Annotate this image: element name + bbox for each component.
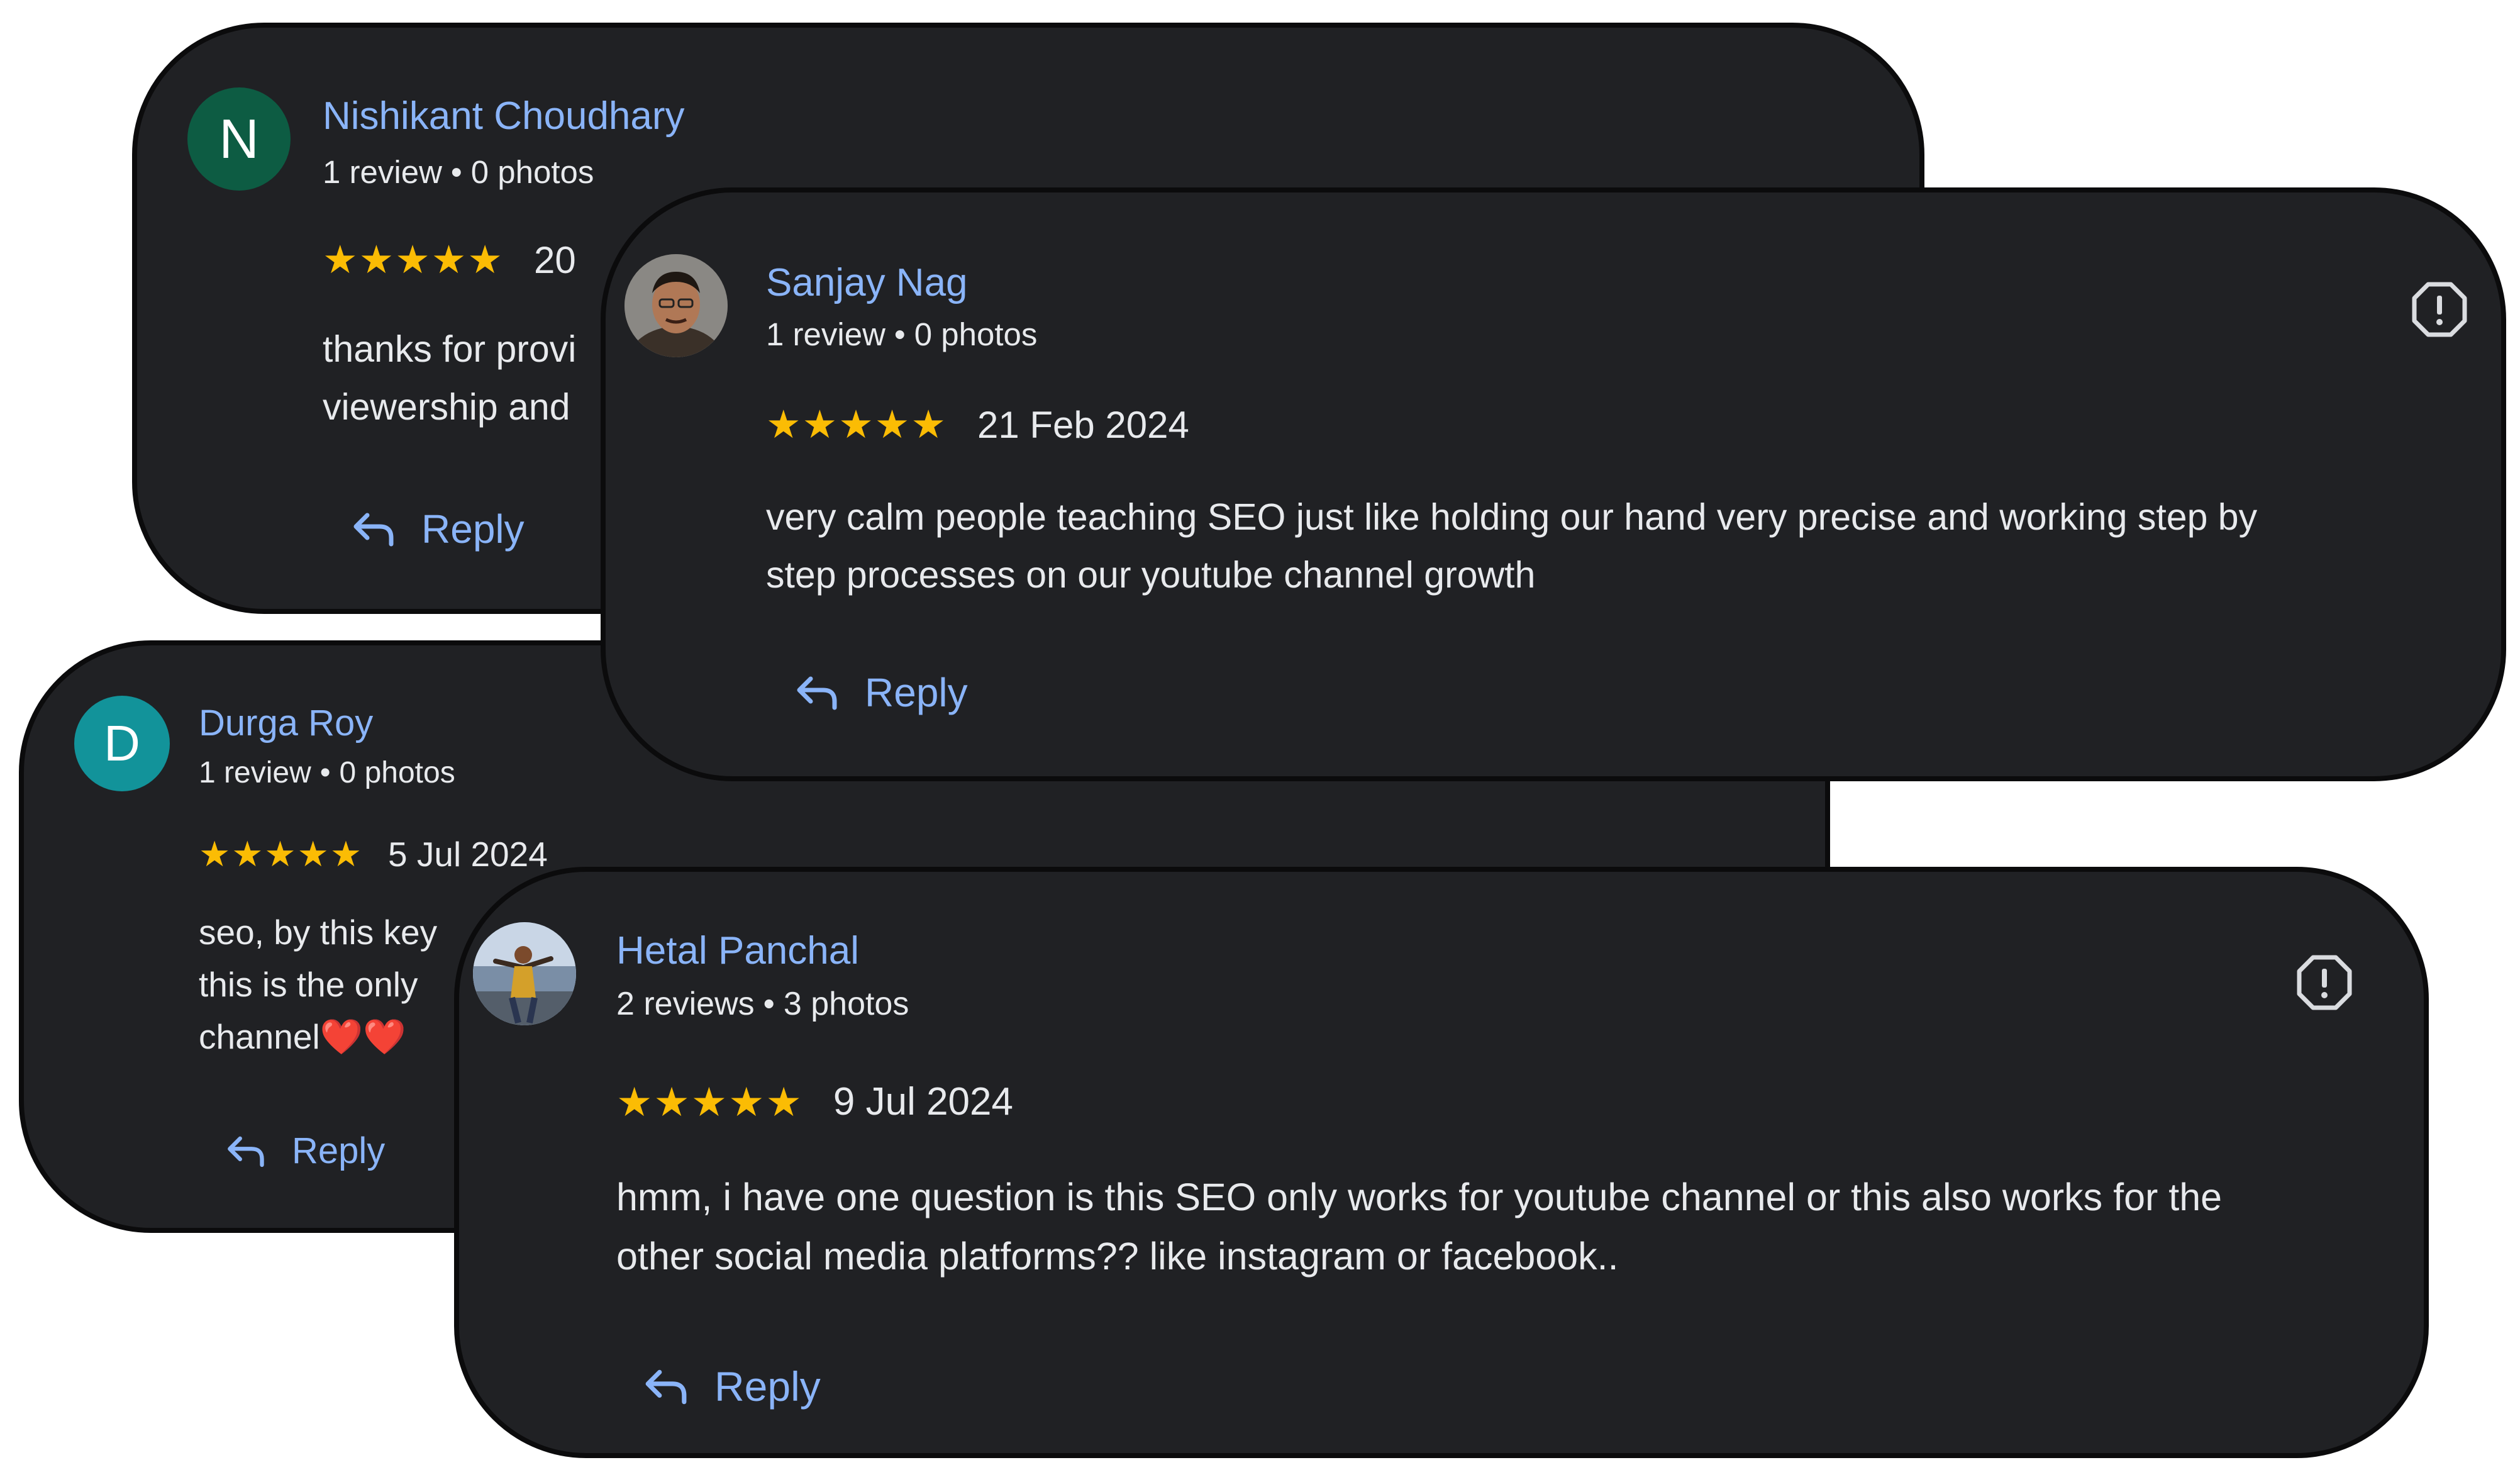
separator-dot: • bbox=[319, 756, 331, 789]
report-flag-icon[interactable] bbox=[2295, 954, 2353, 1011]
photo-count: 0 photos bbox=[914, 316, 1038, 352]
star-icon: ★ bbox=[838, 403, 874, 447]
review-date: 5 Jul 2024 bbox=[388, 835, 548, 874]
reply-button[interactable]: Reply bbox=[225, 1130, 385, 1172]
photo-count: 0 photos bbox=[339, 756, 455, 789]
reviewer-stats: 1 review • 0 photos bbox=[199, 755, 455, 790]
separator-dot: • bbox=[894, 316, 906, 352]
reviewer-name[interactable]: Hetal Panchal bbox=[616, 928, 859, 973]
review-date: 20 bbox=[533, 239, 576, 281]
star-icon: ★ bbox=[802, 403, 838, 447]
review-text: very calm people teaching SEO just like … bbox=[766, 488, 2477, 604]
star-icon: ★ bbox=[330, 834, 362, 874]
review-count: 1 review bbox=[766, 316, 885, 352]
star-icon: ★ bbox=[358, 238, 394, 282]
star-rating: ★ ★ ★ ★ ★ 9 Jul 2024 bbox=[616, 1079, 1013, 1124]
reply-button[interactable]: Reply bbox=[351, 506, 525, 552]
reply-label: Reply bbox=[865, 670, 968, 715]
profile-photo-icon bbox=[473, 922, 576, 1025]
star-icon: ★ bbox=[911, 403, 946, 447]
reviewer-name[interactable]: Sanjay Nag bbox=[766, 260, 968, 305]
star-icon: ★ bbox=[765, 1079, 802, 1125]
reply-button[interactable]: Reply bbox=[794, 669, 968, 716]
reviewer-stats: 1 review • 0 photos bbox=[766, 316, 1037, 353]
reply-label: Reply bbox=[292, 1130, 386, 1171]
reviewer-name[interactable]: Durga Roy bbox=[199, 702, 373, 744]
reviewer-stats: 1 review • 0 photos bbox=[323, 153, 594, 191]
reviewer-stats: 2 reviews • 3 photos bbox=[616, 985, 909, 1023]
review-count: 2 reviews bbox=[616, 986, 755, 1022]
reply-label: Reply bbox=[421, 506, 525, 552]
reply-label: Reply bbox=[714, 1363, 821, 1410]
review-card-hetal: Hetal Panchal 2 reviews • 3 photos ★ ★ ★ ★… bbox=[454, 867, 2429, 1458]
photo-count: 0 photos bbox=[470, 154, 594, 190]
avatar[interactable]: N bbox=[187, 87, 291, 191]
star-icon: ★ bbox=[431, 238, 467, 282]
star-icon: ★ bbox=[323, 238, 358, 282]
report-flag-icon[interactable] bbox=[2411, 281, 2468, 338]
review-text-line: step processes on our youtube channel gr… bbox=[766, 554, 1536, 596]
reviews-collage: N Nishikant Choudhary 1 review • 0 photos … bbox=[0, 0, 2520, 1482]
star-rating: ★ ★ ★ ★ ★ 5 Jul 2024 bbox=[199, 834, 548, 874]
review-text: hmm, i have one question is this SEO onl… bbox=[616, 1167, 2415, 1286]
star-icon: ★ bbox=[264, 834, 296, 874]
review-date: 9 Jul 2024 bbox=[833, 1080, 1013, 1123]
star-rating: ★ ★ ★ ★ ★ 20 bbox=[323, 238, 576, 282]
star-icon: ★ bbox=[653, 1079, 690, 1125]
reply-button[interactable]: Reply bbox=[643, 1362, 821, 1410]
reply-arrow-icon bbox=[228, 1136, 264, 1167]
review-count: 1 review bbox=[323, 154, 442, 190]
star-icon: ★ bbox=[766, 403, 801, 447]
separator-dot: • bbox=[450, 154, 462, 190]
profile-photo-icon bbox=[624, 254, 728, 357]
avatar[interactable]: D bbox=[74, 696, 170, 791]
avatar[interactable] bbox=[624, 254, 728, 357]
star-icon: ★ bbox=[395, 238, 430, 282]
separator-dot: • bbox=[763, 986, 775, 1022]
star-icon: ★ bbox=[231, 834, 264, 874]
review-count: 1 review bbox=[199, 756, 311, 789]
star-icon: ★ bbox=[467, 238, 502, 282]
avatar[interactable] bbox=[473, 922, 576, 1025]
reply-arrow-icon bbox=[353, 513, 394, 547]
star-icon: ★ bbox=[874, 403, 910, 447]
star-icon: ★ bbox=[297, 834, 329, 874]
review-text-line: other social media platforms?? like inst… bbox=[616, 1235, 1619, 1278]
star-icon: ★ bbox=[616, 1079, 653, 1125]
reviewer-name[interactable]: Nishikant Choudhary bbox=[323, 94, 685, 138]
review-text-line: hmm, i have one question is this SEO onl… bbox=[616, 1176, 2223, 1218]
review-text-line: very calm people teaching SEO just like … bbox=[766, 496, 2258, 538]
star-icon: ★ bbox=[199, 834, 231, 874]
star-icon: ★ bbox=[691, 1079, 728, 1125]
review-date: 21 Feb 2024 bbox=[977, 404, 1189, 446]
review-card-sanjay: Sanjay Nag 1 review • 0 photos ★ ★ ★ ★ ★ 2… bbox=[601, 187, 2506, 781]
photo-count: 3 photos bbox=[783, 986, 909, 1022]
reply-arrow-icon bbox=[797, 676, 837, 710]
star-rating: ★ ★ ★ ★ ★ 21 Feb 2024 bbox=[766, 403, 1189, 447]
star-icon: ★ bbox=[728, 1079, 765, 1125]
reply-arrow-icon bbox=[645, 1369, 687, 1405]
